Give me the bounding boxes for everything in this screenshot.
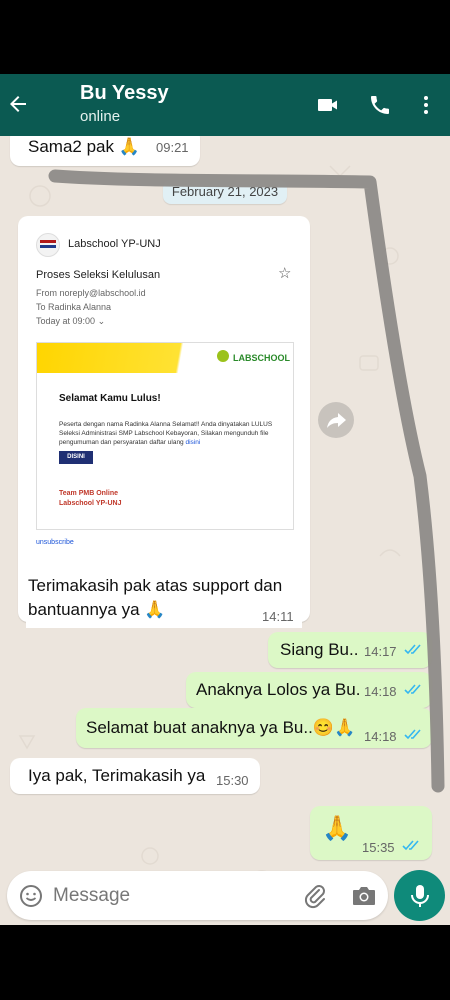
message-bubble[interactable]: Iya pak, Terimakasih ya 15:30	[10, 758, 260, 794]
voice-call-icon[interactable]	[368, 93, 392, 117]
disini-button: DISINI	[59, 451, 93, 464]
message-text: 🙏	[322, 815, 352, 842]
email-heading: Selamat Kamu Lulus!	[59, 393, 161, 404]
voice-record-button[interactable]	[394, 870, 445, 921]
email-brand: LABSCHOOL	[233, 353, 290, 363]
message-time: 14:17	[364, 644, 397, 659]
message-text: Siang Bu..	[280, 640, 359, 659]
back-arrow-icon[interactable]	[6, 92, 30, 116]
star-icon: ☆	[278, 265, 292, 282]
message-time: 15:30	[216, 773, 249, 788]
read-receipt-icon	[404, 684, 421, 695]
email-sender: Labschool YP-UNJ	[68, 238, 161, 250]
chevron-down-icon: ⌄	[97, 316, 106, 326]
message-bubble[interactable]: Anaknya Lolos ya Bu. 14:18	[186, 672, 432, 708]
message-time: 14:18	[364, 729, 397, 744]
email-from: From noreply@labschool.id	[36, 288, 146, 298]
unsubscribe-link: unsubscribe	[36, 539, 74, 546]
message-bubble[interactable]: Sama2 pak 🙏 09:21	[10, 136, 200, 166]
read-receipt-icon	[404, 729, 421, 740]
message-caption: Terimakasih pak atas support dan bantuan…	[28, 576, 283, 619]
chat-area[interactable]: Sama2 pak 🙏 09:21 February 21, 2023 Labs…	[0, 136, 450, 925]
email-paragraph: Peserta dengan nama Radinka Alanna Selam…	[59, 421, 273, 446]
contact-status: online	[80, 108, 121, 125]
message-time: 15:35	[362, 840, 395, 855]
message-bubble[interactable]: Selamat buat anaknya ya Bu..😊🙏 14:18	[76, 708, 432, 748]
camera-icon[interactable]	[351, 884, 377, 908]
chat-header: Bu Yessy online	[0, 74, 450, 198]
message-text: Anaknya Lolos ya Bu.	[196, 680, 361, 699]
email-body: LABSCHOOL Selamat Kamu Lulus! Peserta de…	[36, 342, 294, 530]
video-call-icon[interactable]	[316, 93, 340, 117]
date-divider: February 21, 2023	[163, 180, 287, 204]
email-date: Today at 09:00 ⌄	[36, 316, 106, 326]
message-bubble[interactable]: Siang Bu.. 14:17	[268, 632, 432, 668]
message-input-bar[interactable]: Message	[7, 871, 388, 920]
message-time: 09:21	[156, 140, 189, 155]
contact-name[interactable]: Bu Yessy	[80, 82, 169, 105]
emoji-icon[interactable]	[19, 884, 43, 908]
message-time: 14:18	[364, 684, 397, 699]
email-subject: Proses Seleksi Kelulusan	[36, 269, 161, 281]
message-text: Iya pak, Terimakasih ya	[28, 766, 206, 785]
message-time: 14:11	[262, 609, 294, 624]
forward-button[interactable]	[318, 402, 354, 438]
read-receipt-icon	[404, 644, 421, 655]
attach-icon[interactable]	[303, 883, 327, 909]
forward-icon	[327, 413, 346, 428]
message-bubble[interactable]: 🙏 15:35	[310, 806, 432, 860]
message-text: Sama2 pak 🙏	[28, 137, 140, 156]
message-text: Selamat buat anaknya ya Bu..😊🙏	[86, 718, 356, 737]
mic-icon	[411, 885, 429, 907]
email-screenshot-image[interactable]: Labschool YP-UNJ Proses Seleksi Kelulusa…	[26, 224, 302, 628]
labschool-logo	[36, 233, 60, 257]
status-bar-area	[0, 0, 450, 74]
message-input[interactable]: Message	[53, 885, 130, 907]
email-signature: Team PMB Online Labschool YP-UNJ	[59, 490, 122, 507]
email-to: To Radinka Alanna	[36, 302, 112, 312]
read-receipt-icon	[402, 840, 419, 851]
navigation-bar-area	[0, 925, 450, 1000]
more-options-icon[interactable]	[414, 93, 438, 117]
labschool-emblem-icon	[217, 350, 229, 362]
